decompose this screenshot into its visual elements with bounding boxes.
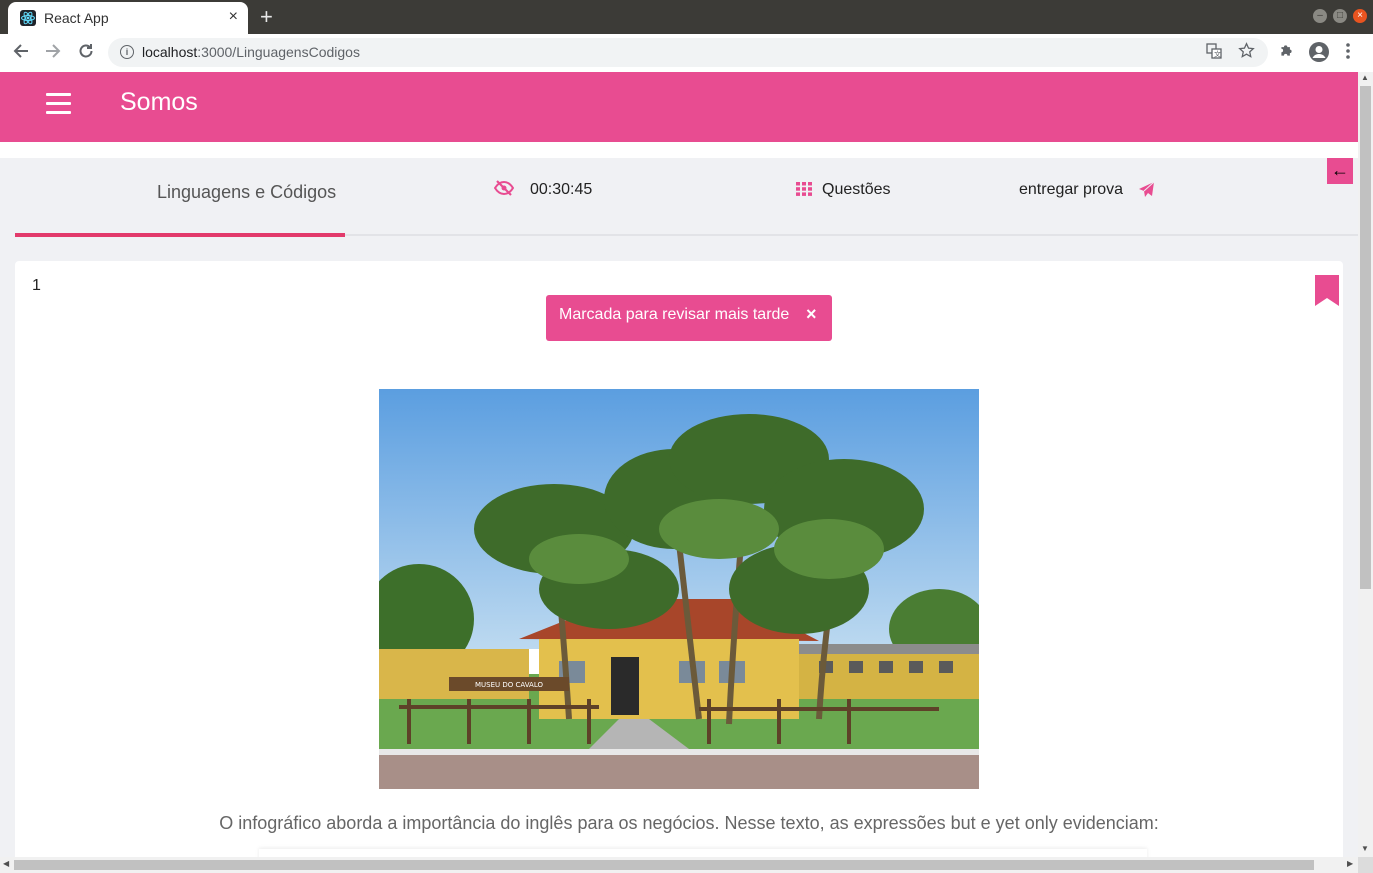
bookmark-icon[interactable] xyxy=(1315,275,1339,311)
browser-menu-icon[interactable] xyxy=(1345,42,1351,65)
scroll-right-arrow-icon[interactable]: ▶ xyxy=(1347,859,1353,868)
bookmark-star-icon[interactable] xyxy=(1238,42,1255,64)
browser-tab[interactable]: React App × xyxy=(8,2,248,34)
tab-close-icon[interactable]: × xyxy=(229,8,238,26)
hamburger-menu-icon[interactable] xyxy=(46,93,71,120)
scrollbar-corner xyxy=(1358,857,1373,873)
minimize-button[interactable]: – xyxy=(1313,9,1327,23)
window-close-button[interactable]: × xyxy=(1353,9,1367,23)
back-icon[interactable] xyxy=(12,42,30,65)
send-paper-plane-icon[interactable] xyxy=(1138,181,1155,203)
question-card: 1 Marcada para revisar mais tarde × MUSE… xyxy=(15,261,1343,863)
app-header: Somos xyxy=(0,72,1358,142)
questions-grid-icon[interactable] xyxy=(796,182,812,201)
extensions-icon[interactable] xyxy=(1278,42,1295,64)
vertical-scroll-thumb[interactable] xyxy=(1360,86,1371,589)
url-host: localhost xyxy=(142,44,198,60)
exam-timer: 00:30:45 xyxy=(530,181,593,198)
tab-linguagens-codigos[interactable]: Linguagens e Códigos xyxy=(157,182,336,203)
scroll-left-arrow-icon[interactable]: ◀ xyxy=(3,859,9,868)
horizontal-scroll-thumb[interactable] xyxy=(14,860,1314,870)
brand-title: Somos xyxy=(120,88,198,116)
new-tab-button[interactable]: + xyxy=(260,4,273,30)
svg-text:文: 文 xyxy=(1214,50,1221,59)
question-photo: MUSEU DO CAVALO xyxy=(379,389,979,789)
react-logo-icon xyxy=(20,10,36,26)
toast-close-icon[interactable]: × xyxy=(806,304,817,325)
browser-tab-strip: React App × + – □ × xyxy=(0,0,1373,34)
exam-toolbar: Linguagens e Códigos 00:30:45 Questões e… xyxy=(0,158,1358,238)
collapse-arrow-left-icon[interactable]: ← xyxy=(1327,158,1353,184)
question-number: 1 xyxy=(32,277,41,294)
maximize-button[interactable]: □ xyxy=(1333,9,1347,23)
active-tab-indicator xyxy=(15,233,345,237)
url-path: :3000/LinguagensCodigos xyxy=(197,44,360,60)
scroll-down-arrow-icon[interactable]: ▼ xyxy=(1361,844,1369,853)
review-later-toast: Marcada para revisar mais tarde × xyxy=(546,295,832,341)
submit-exam-button[interactable]: entregar prova xyxy=(1019,181,1123,199)
translate-icon[interactable]: 文 xyxy=(1206,43,1222,64)
question-text: O infográfico aborda a importância do in… xyxy=(219,813,1159,833)
reload-icon[interactable] xyxy=(77,42,95,65)
museum-sign-text: MUSEU DO CAVALO xyxy=(475,681,544,689)
toast-message: Marcada para revisar mais tarde xyxy=(559,306,790,323)
url-text[interactable]: localhost:3000/LinguagensCodigos xyxy=(142,44,360,60)
questions-button[interactable]: Questões xyxy=(822,181,890,199)
forward-icon[interactable] xyxy=(44,42,62,65)
scroll-up-arrow-icon[interactable]: ▲ xyxy=(1361,73,1369,82)
tab-title: React App xyxy=(44,10,109,26)
hide-timer-eye-slash-icon[interactable] xyxy=(493,180,515,201)
site-info-icon[interactable]: i xyxy=(120,45,134,59)
header-spacer xyxy=(0,142,1358,158)
address-bar[interactable]: i localhost:3000/LinguagensCodigos 文 xyxy=(108,38,1268,67)
profile-avatar-icon[interactable] xyxy=(1308,41,1330,68)
browser-toolbar: i localhost:3000/LinguagensCodigos 文 xyxy=(0,34,1373,73)
